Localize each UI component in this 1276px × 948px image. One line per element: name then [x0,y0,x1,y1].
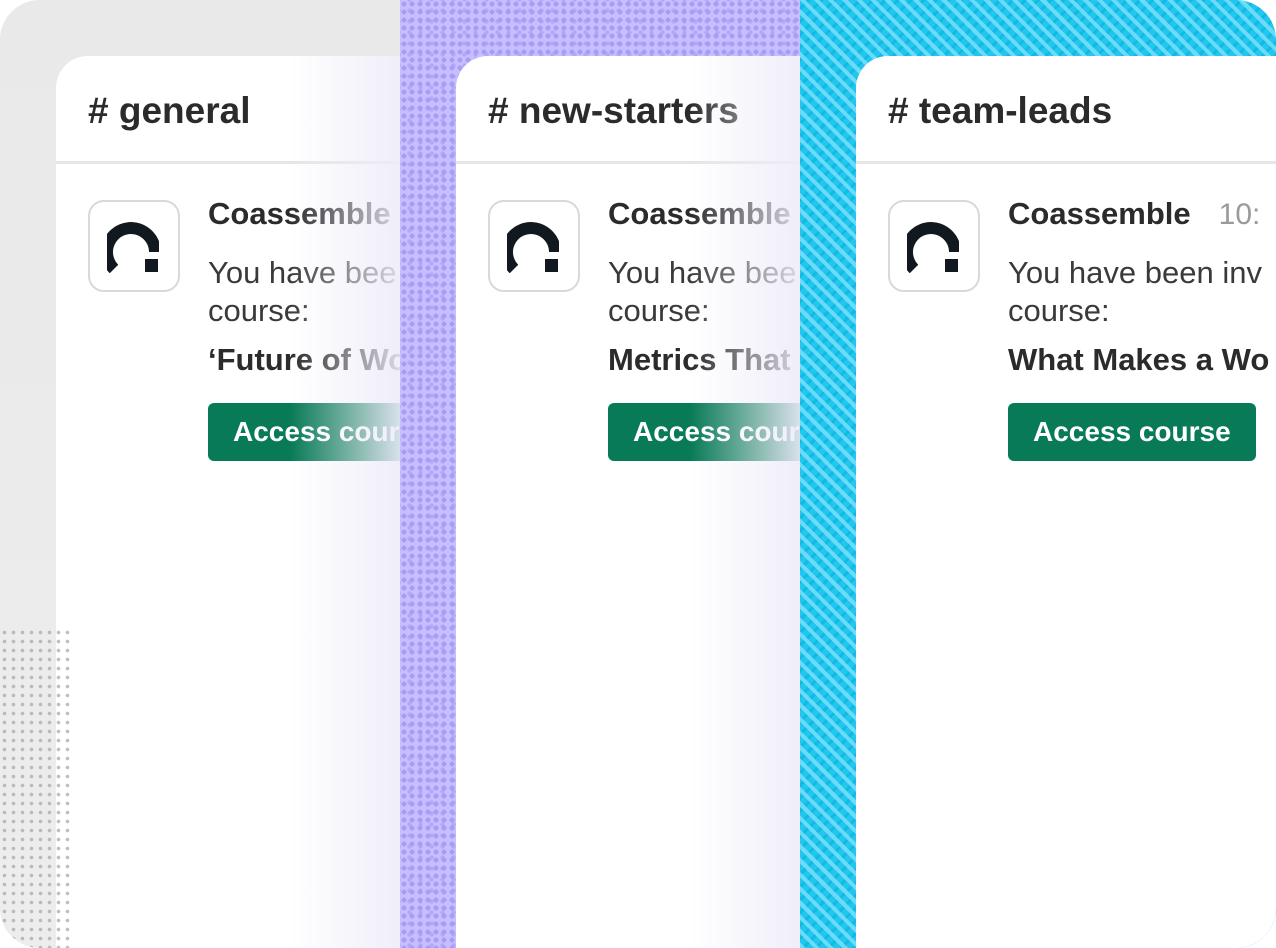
sender-name[interactable]: Coassemble [208,196,391,232]
coassemble-logo-icon [907,222,959,273]
timestamp: 10: [1218,198,1261,231]
channel-panel-new-starters: # new-starters Coassemble You have bee c… [400,0,800,948]
message-line-2: course: [208,293,310,328]
channel-previews-frame: # general Coassemble You have bee course… [0,0,1276,948]
access-course-button[interactable]: Access course [1008,403,1256,461]
channel-card: # general Coassemble You have bee course… [56,56,400,948]
message-body: Coassemble 10: You have been inv course:… [1008,196,1276,461]
channel-title[interactable]: # general [88,86,250,132]
channel-header: # new-starters [456,56,800,164]
channel-card: # new-starters Coassemble You have bee c… [456,56,800,948]
access-course-button[interactable]: Access cour [608,403,800,461]
channel-panel-general: # general Coassemble You have bee course… [0,0,400,948]
access-course-button[interactable]: Access cour [208,403,400,461]
sender-line: Coassemble 10: [1008,196,1276,236]
course-title: ‘Future of Wo [208,342,400,377]
message-text: You have bee course: [208,254,400,330]
message-line-2: course: [1008,293,1110,328]
message-text: You have bee course: [608,254,800,330]
course-title: What Makes a Wo [1008,342,1270,377]
channel-title[interactable]: # new-starters [488,86,739,132]
sender-name[interactable]: Coassemble [1008,196,1191,232]
sender-line: Coassemble [208,196,400,236]
sender-line: Coassemble [608,196,800,236]
coassemble-logo-icon [107,222,159,273]
message: Coassemble You have bee course: ‘Future … [56,164,400,464]
message-line-1: You have been inv [1008,255,1262,290]
message-line-1: You have bee [208,255,397,290]
message: Coassemble 10: You have been inv course:… [856,164,1276,464]
message-body: Coassemble You have bee course: ‘Future … [208,196,400,461]
channel-header: # general [56,56,400,164]
coassemble-logo-icon [507,222,559,273]
avatar[interactable] [88,200,180,292]
message: Coassemble You have bee course: Metrics … [456,164,800,464]
message-text: You have been inv course: [1008,254,1276,330]
message-line-1: You have bee [608,255,797,290]
channel-header: # team-leads [856,56,1276,164]
avatar[interactable] [488,200,580,292]
channel-card: # team-leads Coassemble 10: You have bee… [856,56,1276,948]
avatar[interactable] [888,200,980,292]
channel-title[interactable]: # team-leads [888,86,1112,132]
course-title: Metrics That [608,342,791,377]
message-line-2: course: [608,293,710,328]
sender-name[interactable]: Coassemble [608,196,791,232]
channel-panel-team-leads: # team-leads Coassemble 10: You have bee… [800,0,1276,948]
message-body: Coassemble You have bee course: Metrics … [608,196,800,461]
